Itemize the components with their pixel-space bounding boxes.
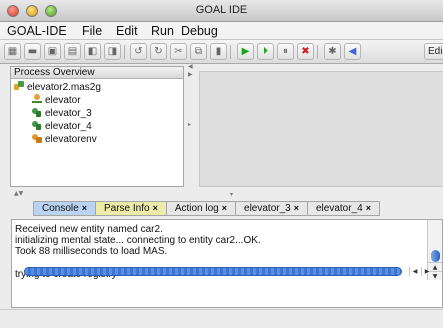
horizontal-splitter-grip-icon[interactable]: ▾ (230, 191, 233, 198)
toolbar-separator (230, 45, 231, 59)
vertical-scroll-thumb[interactable] (431, 250, 440, 262)
menu-edit[interactable]: Edit (116, 24, 138, 38)
horizontal-scroll-thumb[interactable] (24, 267, 402, 276)
close-tab-icon[interactable]: × (366, 203, 371, 213)
tab-action-log[interactable]: Action log × (167, 202, 237, 215)
bottom-tabs: Console × Parse Info × Action log × elevato… (0, 198, 443, 219)
close-tab-icon[interactable]: × (294, 203, 299, 213)
toolbar-save-all-icon[interactable]: ▤ (64, 43, 81, 60)
tab-strip: Console × Parse Info × Action log × elevato… (33, 201, 380, 216)
horizontal-scrollbar[interactable]: ◀ ▶ (11, 265, 443, 279)
status-bar (0, 309, 443, 328)
undo-icon[interactable]: ↺ (130, 43, 147, 60)
agent-icon (32, 107, 42, 117)
tree-item-elevator-3[interactable]: elevator_3 (32, 107, 92, 120)
window-title: GOAL IDE (195, 4, 248, 16)
editor-area[interactable] (199, 71, 443, 187)
agent-person-icon (32, 94, 42, 104)
breakpoint-icon[interactable]: ✱ (324, 43, 341, 60)
console-line: Received new entity named car2. (15, 224, 163, 235)
tab-label: elevator_3 (244, 203, 291, 214)
menu-debug[interactable]: Debug (181, 24, 218, 38)
toolbar-properties-icon[interactable]: ◨ (104, 43, 121, 60)
back-icon[interactable]: ◀ (344, 43, 361, 60)
tab-label: Action log (174, 203, 219, 214)
environment-icon (32, 133, 42, 143)
run-icon[interactable]: ▶ (237, 43, 254, 60)
menu-goal-ide[interactable]: GOAL-IDE (7, 24, 67, 38)
kill-icon[interactable]: ✖ (297, 43, 314, 60)
tree-item-elevator-4[interactable]: elevator_4 (32, 120, 92, 133)
toolbar-open-icon[interactable]: ▬ (24, 43, 41, 60)
console-output[interactable]: Received new entity named car2. initiali… (11, 219, 443, 308)
tree-item-mas-file[interactable]: elevator2.mas2g (14, 81, 101, 94)
tab-elevator-3[interactable]: elevator_3 × (236, 202, 308, 215)
pause-icon[interactable]: ⏸ (277, 43, 294, 60)
toolbar-separator (124, 45, 125, 59)
console-line: initializing mental state... connecting … (15, 235, 261, 246)
close-tab-icon[interactable]: × (222, 203, 227, 213)
tab-console[interactable]: Console × (34, 202, 96, 215)
menu-run[interactable]: Run (151, 24, 174, 38)
toolbar-separator (317, 45, 318, 59)
paste-icon[interactable]: ▮ (210, 43, 227, 60)
toolbar-close-icon[interactable]: ◧ (84, 43, 101, 60)
toolbar-save-icon[interactable]: ▣ (44, 43, 61, 60)
redo-icon[interactable]: ↻ (150, 43, 167, 60)
console-line: Took 88 milliseconds to load MAS. (15, 246, 168, 257)
tree-item-elevatorenv[interactable]: elevatorenv (32, 133, 97, 146)
vertical-splitter[interactable]: ◀ ▶ ▸ (186, 63, 200, 193)
menu-file[interactable]: File (82, 24, 102, 38)
close-tab-icon[interactable]: × (153, 203, 158, 213)
tree-item-label: elevator2.mas2g (27, 82, 101, 93)
process-overview-panel: Process Overview elevator2.mas2g elevato… (10, 66, 184, 187)
mas-project-icon (14, 81, 24, 91)
step-icon[interactable]: ⏵ (257, 43, 274, 60)
title-bar: GOAL IDE (0, 0, 443, 22)
toolbar-new-icon[interactable]: ▦ (4, 43, 21, 60)
tree-item-label: elevatorenv (45, 134, 97, 145)
tab-parse-info[interactable]: Parse Info × (95, 202, 167, 215)
copy-icon[interactable]: ⧉ (190, 43, 207, 60)
tab-label: Parse Info (103, 203, 150, 214)
scroll-right-arrow-icon[interactable]: ▶ (421, 267, 432, 276)
toolbar: ▦ ▬ ▣ ▤ ◧ ◨ ↺ ↻ ✂ ⧉ ▮ ▶ ⏵ ⏸ ✖ ✱ ◀ Edi (0, 40, 443, 64)
process-overview-title: Process Overview (11, 67, 183, 79)
tree-item-label: elevator_4 (45, 121, 92, 132)
tab-label: elevator_4 (315, 203, 363, 214)
tab-elevator-4[interactable]: elevator_4 × (308, 202, 379, 215)
horizontal-splitter-arrows-icon[interactable]: ▲▼ (14, 190, 23, 197)
agent-icon (32, 120, 42, 130)
tree-item-label: elevator (45, 95, 81, 106)
tree-item-elevator[interactable]: elevator (32, 94, 81, 107)
edit-button[interactable]: Edi (424, 43, 443, 60)
scroll-left-arrow-icon[interactable]: ◀ (409, 267, 420, 276)
expand-down-arrow-icon[interactable]: ▶ (188, 71, 193, 78)
splitter-grip-icon: ▸ (188, 121, 192, 128)
tree-item-label: elevator_3 (45, 108, 92, 119)
menu-bar: GOAL-IDE File Edit Run Debug (0, 22, 443, 40)
collapse-up-arrow-icon[interactable]: ◀ (188, 63, 193, 70)
close-tab-icon[interactable]: × (82, 203, 87, 213)
tab-label: Console (42, 203, 79, 214)
cut-icon[interactable]: ✂ (170, 43, 187, 60)
